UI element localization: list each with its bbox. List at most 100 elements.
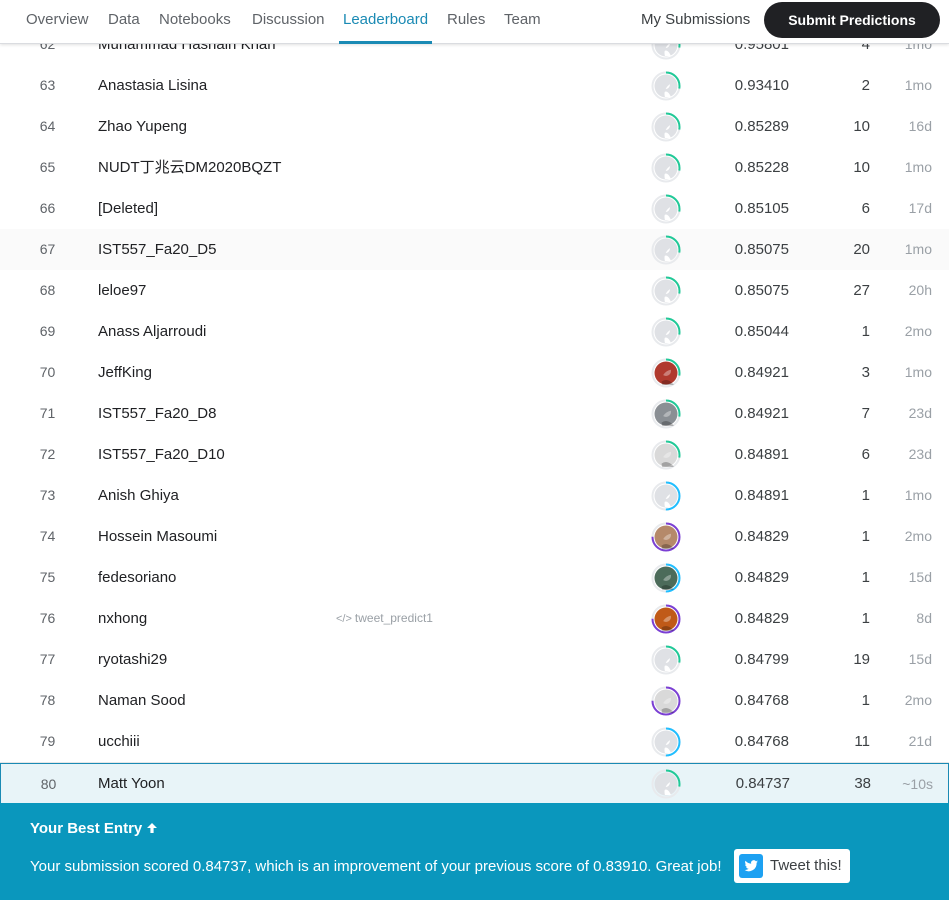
score-cell: 0.84829: [734, 610, 789, 627]
entries-cell: 1: [861, 487, 870, 504]
table-row[interactable]: 70 JeffKing 0.84921 3 1mo: [0, 352, 949, 394]
submit-predictions-button[interactable]: Submit Predictions: [764, 2, 940, 38]
avatar[interactable]: [651, 522, 681, 552]
tab-overview[interactable]: Overview: [26, 0, 89, 43]
avatar[interactable]: [651, 317, 681, 347]
avatar[interactable]: [651, 399, 681, 429]
avatar[interactable]: [651, 112, 681, 142]
team-name-link[interactable]: leloe97: [98, 270, 146, 311]
avatar[interactable]: [651, 194, 681, 224]
table-row[interactable]: 68 leloe97 0.85075 27 20h: [0, 270, 949, 312]
entries-cell: 11: [854, 733, 870, 750]
kernel-name: tweet_predict1: [354, 611, 433, 625]
competition-nav: Overview Data Notebooks Discussion Leade…: [0, 0, 949, 44]
best-entry-message: Your submission scored 0.84737, which is…: [30, 858, 722, 875]
table-row[interactable]: 64 Zhao Yupeng 0.85289 10 16d: [0, 106, 949, 148]
score-cell: 0.85228: [734, 159, 789, 176]
avatar[interactable]: [651, 769, 681, 799]
avatar[interactable]: [651, 71, 681, 101]
rank-cell: 72: [39, 446, 56, 462]
rank-cell: 67: [39, 241, 56, 257]
last-submission-cell: 21d: [908, 733, 932, 749]
score-cell: 0.84829: [734, 569, 789, 586]
team-name-link[interactable]: Anass Aljarroudi: [98, 311, 206, 352]
team-name-link[interactable]: IST557_Fa20_D5: [98, 229, 216, 270]
table-row[interactable]: 73 Anish Ghiya 0.84891 1 1mo: [0, 475, 949, 517]
table-row[interactable]: 69 Anass Aljarroudi 0.85044 1 2mo: [0, 311, 949, 353]
avatar[interactable]: [651, 727, 681, 757]
avatar[interactable]: [651, 235, 681, 265]
avatar[interactable]: [651, 604, 681, 634]
team-name-link[interactable]: fedesoriano: [98, 557, 176, 598]
tab-leaderboard[interactable]: Leaderboard: [338, 0, 433, 44]
last-submission-cell: 16d: [908, 118, 932, 134]
table-row[interactable]: 79 ucchiii 0.84768 11 21d: [0, 721, 949, 763]
avatar[interactable]: [651, 481, 681, 511]
team-name-link[interactable]: IST557_Fa20_D8: [98, 393, 216, 434]
rank-cell: 77: [39, 651, 56, 667]
entries-cell: 38: [854, 775, 871, 792]
score-cell: 0.85105: [734, 200, 789, 217]
table-row[interactable]: 76 nxhong </> tweet_predict1 0.84829 1 8d: [0, 598, 949, 640]
team-name-link[interactable]: ryotashi29: [98, 639, 167, 680]
score-cell: 0.84768: [734, 733, 789, 750]
team-name-link[interactable]: nxhong: [98, 598, 147, 639]
last-submission-cell: 15d: [908, 651, 932, 667]
last-submission-cell: ~10s: [902, 776, 933, 792]
table-row[interactable]: 75 fedesoriano 0.84829 1 15d: [0, 557, 949, 599]
tweet-button[interactable]: Tweet this!: [734, 849, 850, 883]
team-name-link[interactable]: NUDT丁兆云DM2020BQZT: [98, 147, 281, 188]
avatar[interactable]: [651, 153, 681, 183]
entries-cell: 19: [853, 651, 870, 668]
tab-data[interactable]: Data: [108, 0, 140, 43]
rank-cell: 68: [39, 282, 56, 298]
tab-team[interactable]: Team: [504, 0, 541, 43]
rank-cell: 80: [40, 776, 57, 792]
table-row[interactable]: 65 NUDT丁兆云DM2020BQZT 0.85228 10 1mo: [0, 147, 949, 189]
entries-cell: 27: [853, 282, 870, 299]
table-row[interactable]: 67 IST557_Fa20_D5 0.85075 20 1mo: [0, 229, 949, 271]
last-submission-cell: 8d: [916, 610, 932, 626]
team-name-link[interactable]: Anish Ghiya: [98, 475, 179, 516]
table-row[interactable]: 66 [Deleted] 0.85105 6 17d: [0, 188, 949, 230]
twitter-bird-icon: [739, 854, 763, 878]
tab-notebooks[interactable]: Notebooks: [159, 0, 231, 43]
team-name-link[interactable]: ucchiii: [98, 721, 140, 762]
team-name-link[interactable]: Hossein Masoumi: [98, 516, 217, 557]
my-entry-row[interactable]: 80 Matt Yoon 0.84737 38 ~10s: [0, 763, 949, 805]
entries-cell: 10: [853, 118, 870, 135]
table-row[interactable]: 63 Anastasia Lisina 0.93410 2 1mo: [0, 65, 949, 107]
team-name-link[interactable]: Matt Yoon: [98, 764, 165, 805]
avatar[interactable]: [651, 440, 681, 470]
team-name-link[interactable]: Naman Sood: [98, 680, 186, 721]
table-row[interactable]: 72 IST557_Fa20_D10 0.84891 6 23d: [0, 434, 949, 476]
score-cell: 0.85075: [734, 282, 789, 299]
tab-discussion[interactable]: Discussion: [252, 0, 325, 43]
kernel-link[interactable]: </> tweet_predict1: [336, 598, 433, 639]
team-name-link[interactable]: [Deleted]: [98, 188, 158, 229]
rank-cell: 79: [39, 733, 56, 749]
table-row[interactable]: 71 IST557_Fa20_D8 0.84921 7 23d: [0, 393, 949, 435]
table-row[interactable]: 74 Hossein Masoumi 0.84829 1 2mo: [0, 516, 949, 558]
avatar[interactable]: [651, 686, 681, 716]
rank-cell: 71: [39, 405, 56, 421]
table-row[interactable]: 78 Naman Sood 0.84768 1 2mo: [0, 680, 949, 722]
score-cell: 0.93410: [734, 77, 789, 94]
team-name-link[interactable]: Anastasia Lisina: [98, 65, 207, 106]
avatar[interactable]: [651, 563, 681, 593]
team-name-link[interactable]: Zhao Yupeng: [98, 106, 187, 147]
arrow-up-icon: [146, 820, 158, 837]
rank-cell: 69: [39, 323, 56, 339]
team-name-link[interactable]: IST557_Fa20_D10: [98, 434, 225, 475]
team-name-link[interactable]: JeffKing: [98, 352, 152, 393]
avatar[interactable]: [651, 358, 681, 388]
table-row[interactable]: 77 ryotashi29 0.84799 19 15d: [0, 639, 949, 681]
avatar[interactable]: [651, 276, 681, 306]
score-cell: 0.84768: [734, 692, 789, 709]
score-cell: 0.84829: [734, 528, 789, 545]
entries-cell: 6: [861, 446, 870, 463]
my-submissions-link[interactable]: My Submissions: [641, 0, 750, 43]
entries-cell: 1: [861, 569, 870, 586]
avatar[interactable]: [651, 645, 681, 675]
tab-rules[interactable]: Rules: [447, 0, 485, 43]
